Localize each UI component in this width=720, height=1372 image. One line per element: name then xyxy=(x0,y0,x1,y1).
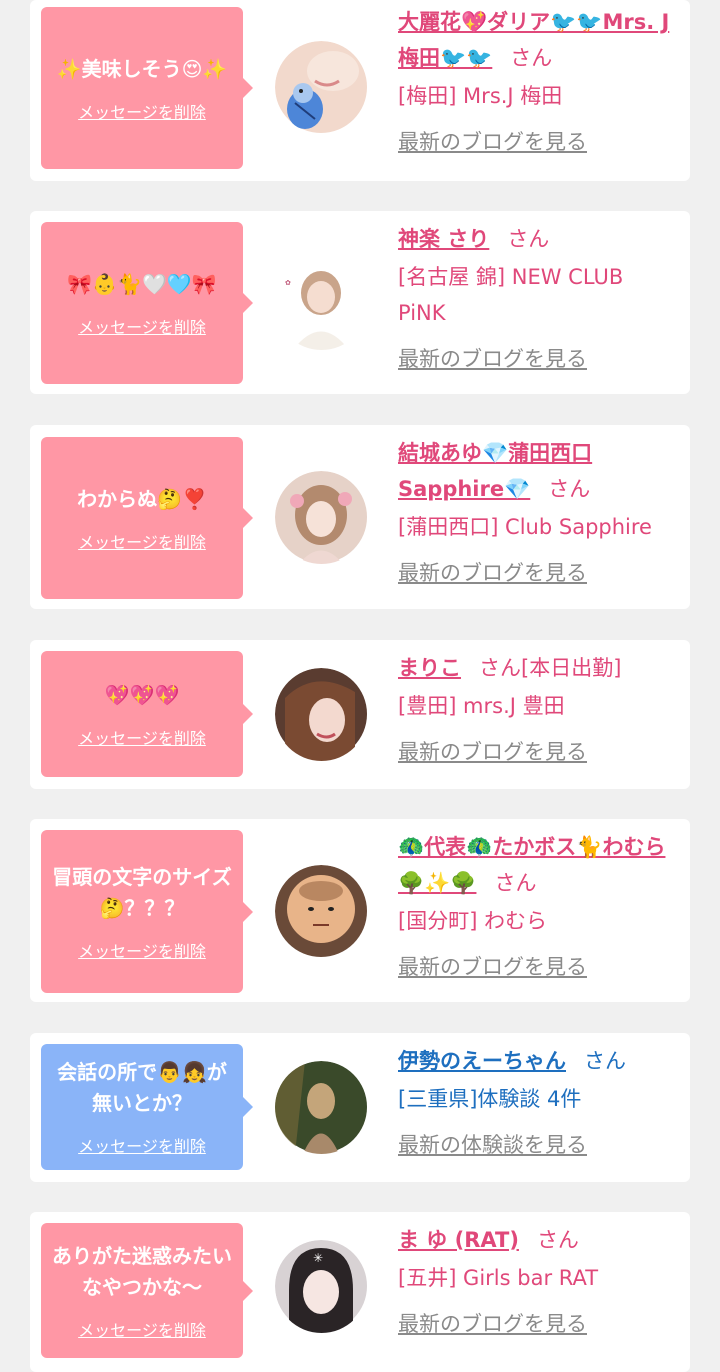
shop-label: [五井] Girls bar RAT xyxy=(398,1266,599,1290)
svg-text:✳: ✳ xyxy=(313,1251,323,1265)
shop-label: [梅田] Mrs.J 梅田 xyxy=(398,84,563,108)
sender-line: 大麗花💖ダリア🐦🐦Mrs. J 梅田🐦🐦 さん xyxy=(398,4,673,76)
message-text: 🎀👶🐈🤍🩵🎀 xyxy=(67,271,217,296)
honorific: さん xyxy=(507,227,550,251)
entry-info: 大麗花💖ダリア🐦🐦Mrs. J 梅田🐦🐦 さん [梅田] Mrs.J 梅田 最新の… xyxy=(398,4,673,160)
message-bubble: 会話の所で👨👧が無いとか？ メッセージを削除 xyxy=(41,1044,253,1170)
latest-blog-link[interactable]: 最新のブログを見る xyxy=(398,341,673,377)
sender-line: 神楽 さり さん xyxy=(398,221,673,257)
latest-review-link[interactable]: 最新の体験談を見る xyxy=(398,1127,673,1163)
avatar-woman-flowers-icon[interactable] xyxy=(275,471,368,564)
message-bubble: 💖💖💖 メッセージを削除 xyxy=(41,651,253,777)
message-bubble: ✨美味しそう😍✨ メッセージを削除 xyxy=(41,7,253,169)
entry-info: ま ゆ (RAT) さん [五井] Girls bar RAT 最新のブログを見る xyxy=(398,1222,673,1342)
avatar-face-melon-icon[interactable] xyxy=(275,865,368,958)
message-bubble: ありがた迷惑みたいなやつかな〜 メッセージを削除 xyxy=(41,1223,253,1358)
avatar-woman-brown-hair-icon[interactable] xyxy=(275,668,368,761)
shop-label: [名古屋 錦] NEW CLUB PiNK xyxy=(398,265,624,325)
honorific: さん xyxy=(510,46,553,70)
message-text: 会話の所で👨👧が無いとか？ xyxy=(57,1060,227,1115)
message-card: ✨美味しそう😍✨ メッセージを削除 大麗花💖ダリア🐦🐦Mrs. J 梅田🐦🐦 さん… xyxy=(30,0,690,181)
shop-label: [蒲田西口] Club Sapphire xyxy=(398,515,652,539)
honorific: さん[本日出勤] xyxy=(479,656,622,680)
entry-info: 結城あゆ💎蒲田西口Sapphire💎 さん [蒲田西口] Club Sapphir… xyxy=(398,435,673,591)
delete-message-link[interactable]: メッセージを削除 xyxy=(78,1133,206,1157)
delete-message-link[interactable]: メッセージを削除 xyxy=(78,314,206,338)
honorific: さん xyxy=(548,477,591,501)
message-text: ✨美味しそう😍✨ xyxy=(56,56,228,81)
svg-text:✿: ✿ xyxy=(285,279,291,287)
message-bubble: 冒頭の文字のサイズ🤔？？？ メッセージを削除 xyxy=(41,830,253,993)
avatar-statue-icon[interactable] xyxy=(275,1061,368,1154)
honorific: さん xyxy=(494,871,537,895)
avatar-woman-icon[interactable]: ✿ xyxy=(275,257,368,350)
message-card: わからぬ🤔❣️ メッセージを削除 結城あゆ💎蒲田西口Sapphire💎 さん [蒲… xyxy=(30,425,690,609)
sender-line: まりこ さん[本日出勤] xyxy=(398,650,673,686)
delete-message-link[interactable]: メッセージを削除 xyxy=(78,938,206,962)
sender-name-link[interactable]: まりこ xyxy=(398,656,461,680)
avatar-parakeet-icon[interactable] xyxy=(275,41,368,134)
message-card: 会話の所で👨👧が無いとか？ メッセージを削除 伊勢のえーちゃん さん [三重県]体… xyxy=(30,1033,690,1182)
message-text: ありがた迷惑みたいなやつかな〜 xyxy=(52,1243,232,1299)
sender-line: ま ゆ (RAT) さん xyxy=(398,1222,673,1258)
message-card: 🎀👶🐈🤍🩵🎀 メッセージを削除 ✿ 神楽 さり さん [名古屋 錦] NEW CL… xyxy=(30,211,690,394)
message-card: 💖💖💖 メッセージを削除 まりこ さん[本日出勤] [豊田] mrs.J 豊田 最… xyxy=(30,640,690,789)
delete-message-link[interactable]: メッセージを削除 xyxy=(78,529,206,553)
latest-blog-link[interactable]: 最新のブログを見る xyxy=(398,949,673,985)
message-bubble: 🎀👶🐈🤍🩵🎀 メッセージを削除 xyxy=(41,222,253,384)
latest-blog-link[interactable]: 最新のブログを見る xyxy=(398,124,673,160)
shop-label: [三重県]体験談 4件 xyxy=(398,1087,582,1111)
entry-info: 🦚代表🦚たかボス🐈わむら🌳✨🌳 さん [国分町] わむら 最新のブログを見る xyxy=(398,829,673,985)
message-text: わからぬ🤔❣️ xyxy=(77,486,207,511)
shop-label: [国分町] わむら xyxy=(398,909,548,933)
shop-label: [豊田] mrs.J 豊田 xyxy=(398,694,565,718)
avatar-woman-dark-hair-icon[interactable]: ✳ xyxy=(275,1240,368,1333)
message-bubble: わからぬ🤔❣️ メッセージを削除 xyxy=(41,437,253,599)
honorific: さん xyxy=(536,1228,579,1252)
honorific: さん xyxy=(584,1049,626,1073)
latest-blog-link[interactable]: 最新のブログを見る xyxy=(398,734,673,770)
sender-name-link[interactable]: 伊勢のえーちゃん xyxy=(398,1049,566,1073)
latest-blog-link[interactable]: 最新のブログを見る xyxy=(398,1306,673,1342)
sender-name-link[interactable]: 神楽 さり xyxy=(398,227,489,251)
message-text: 冒頭の文字のサイズ🤔？？？ xyxy=(52,864,232,920)
sender-line: 結城あゆ💎蒲田西口Sapphire💎 さん xyxy=(398,435,673,507)
sender-line: 🦚代表🦚たかボス🐈わむら🌳✨🌳 さん xyxy=(398,829,673,901)
latest-blog-link[interactable]: 最新のブログを見る xyxy=(398,555,673,591)
sender-line: 伊勢のえーちゃん さん xyxy=(398,1043,673,1079)
delete-message-link[interactable]: メッセージを削除 xyxy=(78,1317,206,1341)
message-card: ありがた迷惑みたいなやつかな〜 メッセージを削除 ✳ ま ゆ (RAT) さん [… xyxy=(30,1212,690,1372)
message-text: 💖💖💖 xyxy=(104,682,180,707)
delete-message-link[interactable]: メッセージを削除 xyxy=(78,99,206,123)
sender-name-link[interactable]: ま ゆ (RAT) xyxy=(398,1228,519,1252)
entry-info: 伊勢のえーちゃん さん [三重県]体験談 4件 最新の体験談を見る xyxy=(398,1043,673,1163)
delete-message-link[interactable]: メッセージを削除 xyxy=(78,725,206,749)
message-card: 冒頭の文字のサイズ🤔？？？ メッセージを削除 🦚代表🦚たかボス🐈わむら🌳✨🌳 さん… xyxy=(30,819,690,1002)
entry-info: 神楽 さり さん [名古屋 錦] NEW CLUB PiNK 最新のブログを見る xyxy=(398,221,673,377)
entry-info: まりこ さん[本日出勤] [豊田] mrs.J 豊田 最新のブログを見る xyxy=(398,650,673,770)
